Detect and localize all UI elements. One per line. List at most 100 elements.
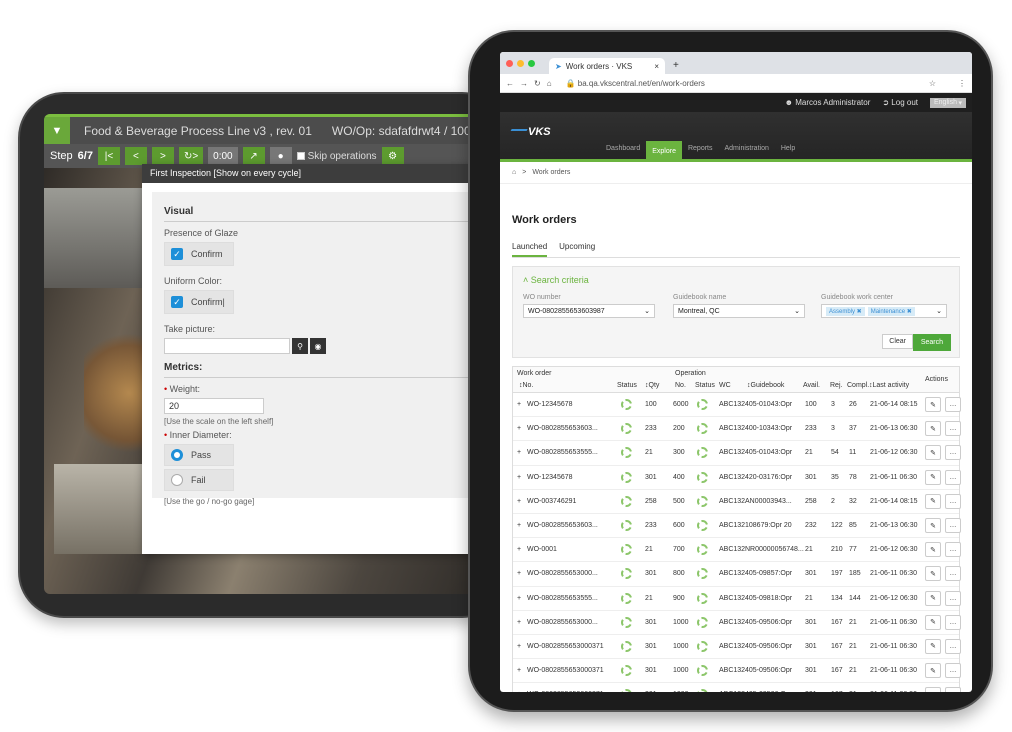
forward-arrow-icon[interactable]: → [520, 79, 528, 88]
fail-radio[interactable]: Fail [164, 469, 234, 491]
launch-action-icon[interactable]: ✎ [925, 614, 941, 630]
menu-kebab-icon[interactable]: ⋮ [958, 79, 966, 88]
user-menu[interactable]: ☻ Marcos Administrator [785, 98, 871, 107]
more-actions-icon[interactable]: … [945, 469, 961, 485]
col-qty[interactable]: ↕ Qty [645, 382, 659, 389]
tab-launched[interactable]: Launched [512, 242, 548, 257]
cell-no[interactable]: WO-0802855653000... [527, 619, 598, 626]
uniform-confirm-checkbox[interactable]: ✓ Confirm| [164, 290, 234, 314]
back-arrow-icon[interactable]: ← [506, 79, 514, 88]
table-row[interactable]: + WO-0802855653555... 21 900 ABC132 405-09818… [513, 587, 961, 611]
expand-row-icon[interactable]: + [517, 474, 521, 481]
expand-row-icon[interactable]: + [517, 546, 521, 553]
launch-action-icon[interactable]: ✎ [925, 518, 941, 534]
menu-dashboard[interactable]: Dashboard [600, 141, 646, 159]
pass-radio[interactable]: Pass [164, 444, 234, 466]
cell-no[interactable]: WO-003746291 [527, 498, 576, 505]
work-center-select[interactable]: Assembly ✖ Maintenance ✖ ⌄ [821, 304, 947, 318]
expand-row-icon[interactable]: + [517, 691, 521, 692]
expand-row-icon[interactable]: + [517, 667, 521, 674]
cycle-button[interactable]: ↻> [178, 147, 204, 165]
expand-row-icon[interactable]: + [517, 570, 521, 577]
url-field[interactable]: 🔒 ba.qa.vkscentral.net/en/work-orders [566, 79, 923, 88]
cell-no[interactable]: WO-12345678 [527, 474, 573, 481]
more-actions-icon[interactable]: … [945, 493, 961, 509]
weight-input[interactable]: 20 [164, 398, 264, 414]
more-actions-icon[interactable]: … [945, 421, 961, 437]
more-actions-icon[interactable]: … [945, 566, 961, 582]
cell-no[interactable]: WO-12345678 [527, 401, 573, 408]
cell-no[interactable]: WO-0802855653000371 [527, 667, 604, 674]
launch-action-icon[interactable]: ✎ [925, 397, 941, 413]
col-guidebook[interactable]: ↕ Guidebook [747, 382, 784, 389]
table-row[interactable]: + WO-0802855653000371 301 1000 ABC132405-095… [513, 659, 961, 684]
table-row[interactable]: + WO-003746291 258 500 ABC132 AN00003943... 25… [513, 490, 961, 514]
launch-action-icon[interactable]: ✎ [925, 493, 941, 509]
browser-tab[interactable]: ➤ Work orders · VKS × [549, 58, 665, 74]
chevron-down-icon[interactable]: ▼ [44, 117, 70, 144]
more-actions-icon[interactable]: … [945, 638, 961, 654]
chip-assembly[interactable]: Assembly ✖ [826, 306, 865, 316]
table-row[interactable]: + WO-0802855653000371 301 1000 ABC132405-095… [513, 683, 961, 692]
home-icon[interactable]: ⌂ [512, 169, 516, 176]
more-actions-icon[interactable]: … [945, 518, 961, 534]
cell-no[interactable]: WO-0802855653555... [527, 595, 598, 602]
cell-no[interactable]: WO-0802855653603... [527, 425, 598, 432]
col-op-status[interactable]: Status [695, 382, 715, 389]
first-step-button[interactable]: |< [97, 147, 120, 165]
table-row[interactable]: + WO-0001 21 700 ABC132 NR00000056748... 21 210… [513, 538, 961, 563]
presence-confirm-checkbox[interactable]: ✓ Confirm [164, 242, 234, 266]
expand-row-icon[interactable]: + [517, 449, 521, 456]
next-step-button[interactable]: > [151, 147, 174, 165]
more-actions-icon[interactable]: … [945, 397, 961, 413]
tool-button[interactable]: ● [269, 147, 292, 165]
search-icon[interactable]: ⚲ [292, 338, 308, 354]
bookmark-star-icon[interactable]: ☆ [929, 79, 936, 88]
col-status[interactable]: Status [617, 382, 637, 389]
expand-row-icon[interactable]: + [517, 522, 521, 529]
menu-reports[interactable]: Reports [682, 141, 719, 159]
launch-action-icon[interactable]: ✎ [925, 421, 941, 437]
menu-explore[interactable]: Explore [646, 141, 682, 159]
col-wc[interactable]: WC [719, 382, 731, 389]
chip-maintenance[interactable]: Maintenance ✖ [867, 306, 915, 316]
table-row[interactable]: + WO-0802855653000... 301 800 ABC132 405-0985… [513, 562, 961, 587]
cell-no[interactable]: WO-0001 [527, 546, 557, 553]
settings-icon[interactable]: ⚙ [381, 147, 404, 165]
picture-input[interactable] [164, 338, 290, 354]
col-compl[interactable]: Compl. [847, 382, 869, 389]
expand-row-icon[interactable]: + [517, 595, 521, 602]
col-last-activity[interactable]: ↕ Last activity [869, 382, 909, 389]
table-row[interactable]: + WO-12345678 301 400 ABC132 420-03176:Opr 301… [513, 466, 961, 490]
table-row[interactable]: + WO-0802855653000371 301 1000 ABC132405-095… [513, 635, 961, 660]
cell-no[interactable]: WO-0802855653000371 [527, 691, 604, 692]
more-actions-icon[interactable]: … [945, 687, 961, 692]
vks-logo[interactable]: VKS [508, 126, 551, 138]
col-no[interactable]: ↕ No. [519, 382, 533, 389]
maximize-window-icon[interactable] [528, 60, 535, 67]
menu-help[interactable]: Help [775, 141, 801, 159]
close-tab-icon[interactable]: × [654, 62, 659, 71]
expand-row-icon[interactable]: + [517, 425, 521, 432]
export-button[interactable]: ↗ [242, 147, 265, 165]
table-row[interactable]: + WO-0802855653603... 233 600 ABC132 108679:O… [513, 514, 961, 539]
cell-no[interactable]: WO-0802855653000... [527, 570, 598, 577]
search-button[interactable]: Search [912, 334, 951, 351]
launch-action-icon[interactable]: ✎ [925, 542, 941, 558]
minimize-window-icon[interactable] [517, 60, 524, 67]
cell-no[interactable]: WO-0802855653603... [527, 522, 598, 529]
launch-action-icon[interactable]: ✎ [925, 445, 941, 461]
language-select[interactable]: English ▾ [930, 97, 966, 108]
logout-link[interactable]: ➲ Log out [882, 98, 918, 107]
menu-administration[interactable]: Administration [719, 141, 775, 159]
more-actions-icon[interactable]: … [945, 590, 961, 606]
more-actions-icon[interactable]: … [945, 663, 961, 679]
clear-button[interactable]: Clear [882, 334, 913, 349]
launch-action-icon[interactable]: ✎ [925, 687, 941, 692]
more-actions-icon[interactable]: … [945, 445, 961, 461]
col-avail[interactable]: Avail. [803, 382, 820, 389]
more-actions-icon[interactable]: … [945, 614, 961, 630]
more-actions-icon[interactable]: … [945, 542, 961, 558]
table-row[interactable]: + WO-0802855653603... 233 200 ABC132 400-1034… [513, 417, 961, 442]
reload-icon[interactable]: ↻ [534, 79, 541, 88]
